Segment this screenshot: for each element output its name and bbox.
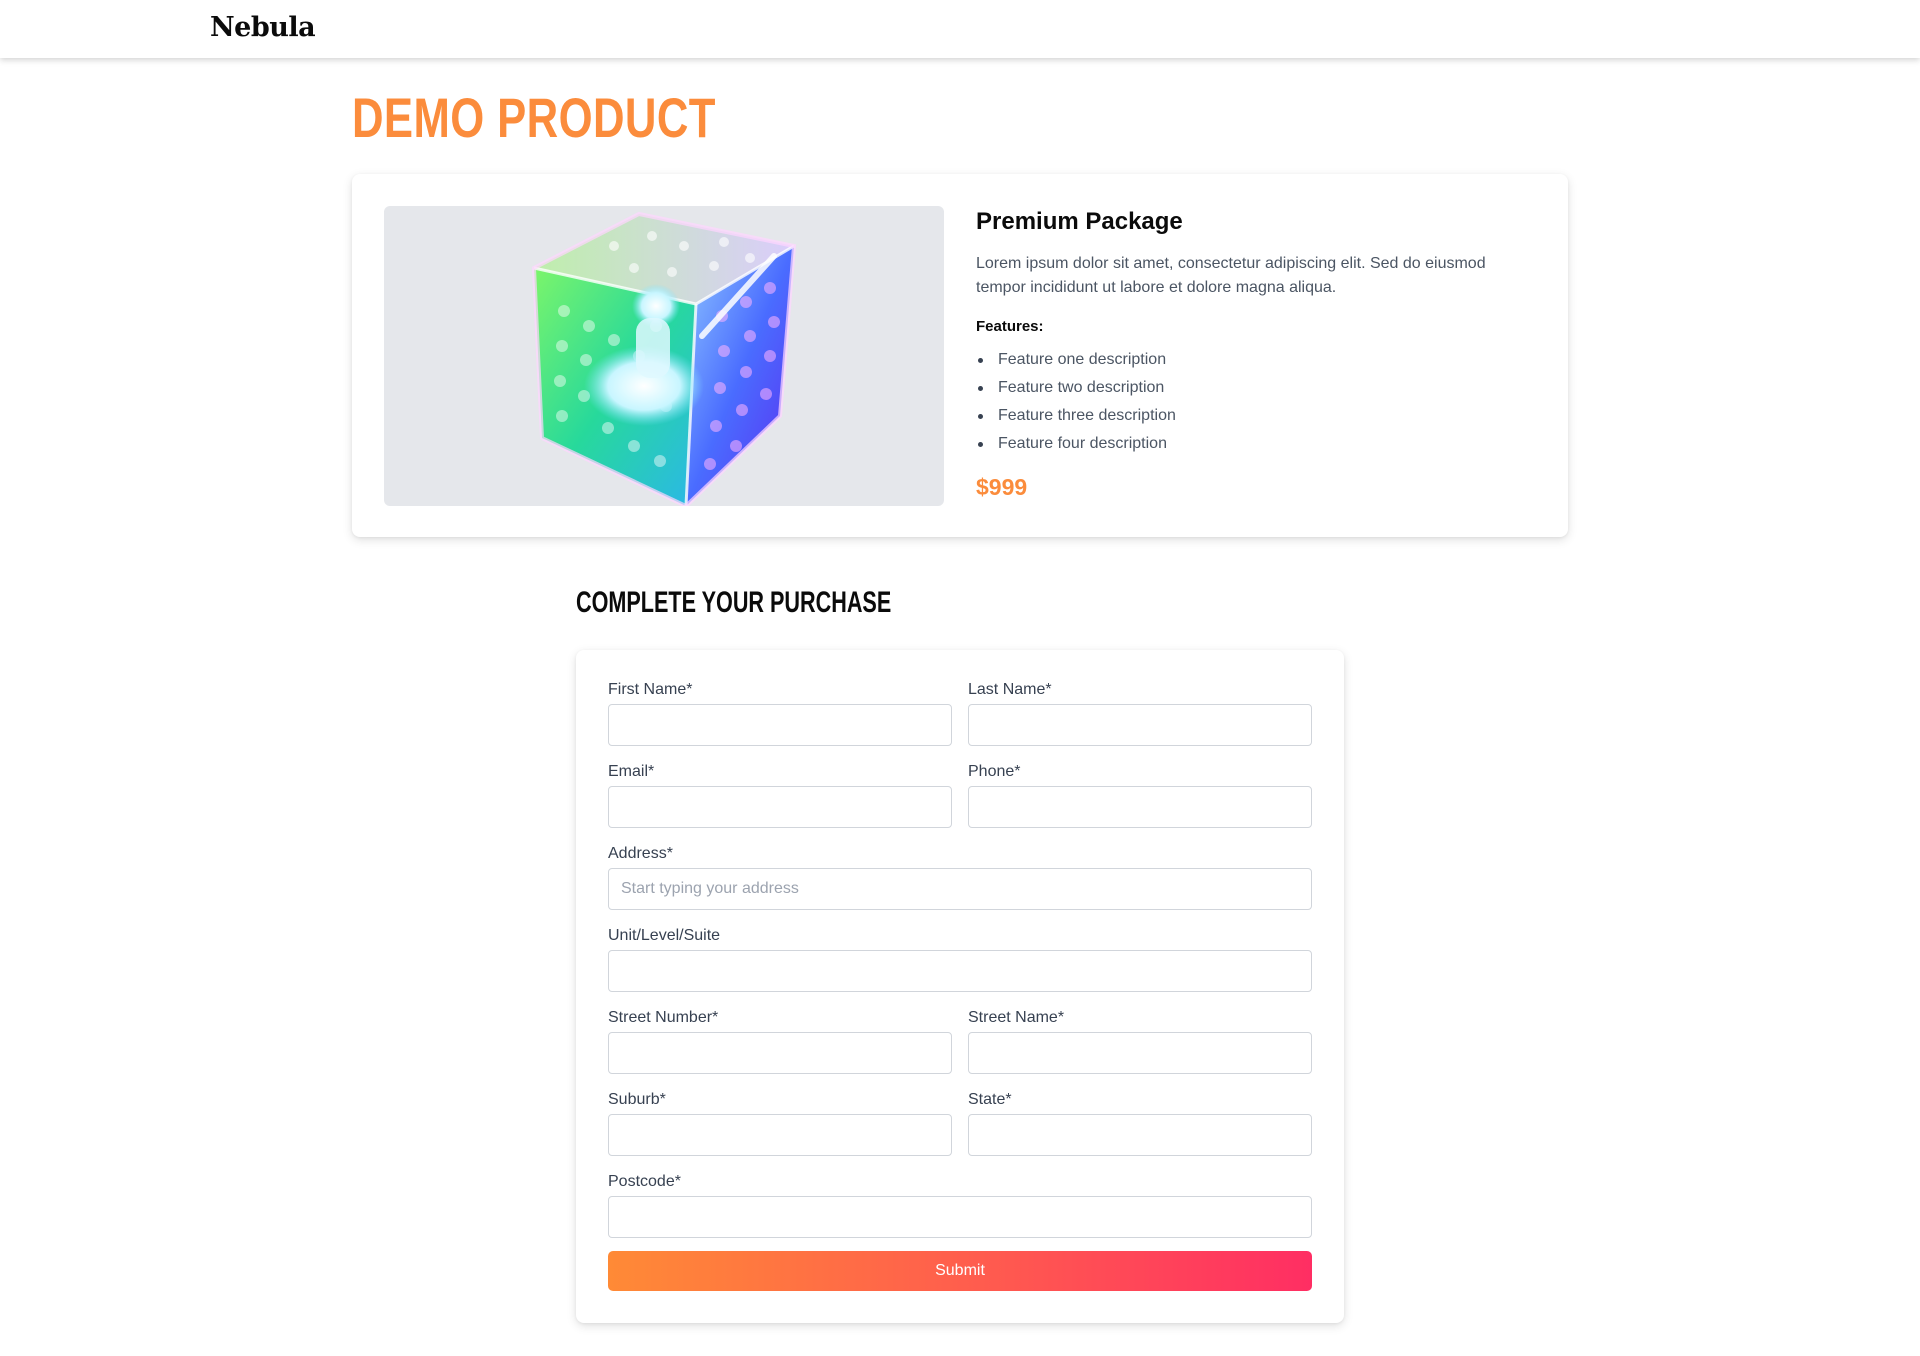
street-name-label: Street Name* [968,1009,1065,1026]
feature-item: Feature two description [976,374,1536,402]
brand-logo[interactable]: Nebula [210,12,316,43]
last-name-label: Last Name* [968,681,1052,698]
purchase-section-title: COMPLETE YOUR PURCHASE [576,586,892,619]
email-input[interactable] [608,786,952,828]
unit-input[interactable] [608,950,1312,992]
feature-text: Feature three description [998,407,1176,424]
first-name-field-group: First Name* [608,680,952,746]
top-navigation-bar: Nebula [0,0,1920,58]
street-name-field-group: Street Name* [968,1008,1312,1074]
last-name-field-group: Last Name* [968,680,1312,746]
product-name: Premium Package [976,208,1183,235]
street-number-label: Street Number* [608,1009,719,1026]
first-name-input[interactable] [608,704,952,746]
first-name-label: First Name* [608,681,693,698]
feature-item: Feature one description [976,346,1536,374]
postcode-input[interactable] [608,1196,1312,1238]
bullet-icon [978,414,983,419]
postcode-field-group: Postcode* [608,1172,1312,1238]
product-image [384,206,944,506]
bullet-icon [978,386,983,391]
email-label: Email* [608,763,655,780]
phone-label: Phone* [968,763,1021,780]
suburb-input[interactable] [608,1114,952,1156]
suburb-label: Suburb* [608,1091,666,1108]
phone-field-group: Phone* [968,762,1312,828]
unit-label: Unit/Level/Suite [608,927,721,944]
state-field-group: State* [968,1090,1312,1156]
product-description: Lorem ipsum dolor sit amet, consectetur … [976,255,1486,296]
feature-text: Feature two description [998,379,1165,396]
feature-text: Feature one description [998,351,1167,368]
features-list: Feature one description Feature two desc… [976,346,1536,458]
address-label: Address* [608,845,673,862]
address-field-group: Address* [608,844,1312,910]
bullet-icon [978,442,983,447]
email-field-group: Email* [608,762,952,828]
purchase-form: First Name* Last Name* Email* Phone* Add… [576,650,1344,1323]
submit-button[interactable]: Submit [608,1251,1312,1291]
feature-text: Feature four description [998,435,1167,452]
product-info: Premium Package Lorem ipsum dolor sit am… [976,206,1536,502]
bullet-icon [978,358,983,363]
address-input[interactable] [608,868,1312,910]
last-name-input[interactable] [968,704,1312,746]
feature-item: Feature three description [976,402,1536,430]
state-input[interactable] [968,1114,1312,1156]
page-title: DEMO PRODUCT [352,86,716,149]
street-name-input[interactable] [968,1032,1312,1074]
phone-input[interactable] [968,786,1312,828]
street-number-input[interactable] [608,1032,952,1074]
product-price: $999 [976,474,1028,500]
product-card: Premium Package Lorem ipsum dolor sit am… [352,174,1568,537]
state-label: State* [968,1091,1012,1108]
street-number-field-group: Street Number* [608,1008,952,1074]
feature-item: Feature four description [976,430,1536,458]
unit-field-group: Unit/Level/Suite [608,926,1312,992]
features-heading: Features: [976,318,1044,335]
suburb-field-group: Suburb* [608,1090,952,1156]
postcode-label: Postcode* [608,1173,681,1190]
product-cube-image [531,211,797,506]
